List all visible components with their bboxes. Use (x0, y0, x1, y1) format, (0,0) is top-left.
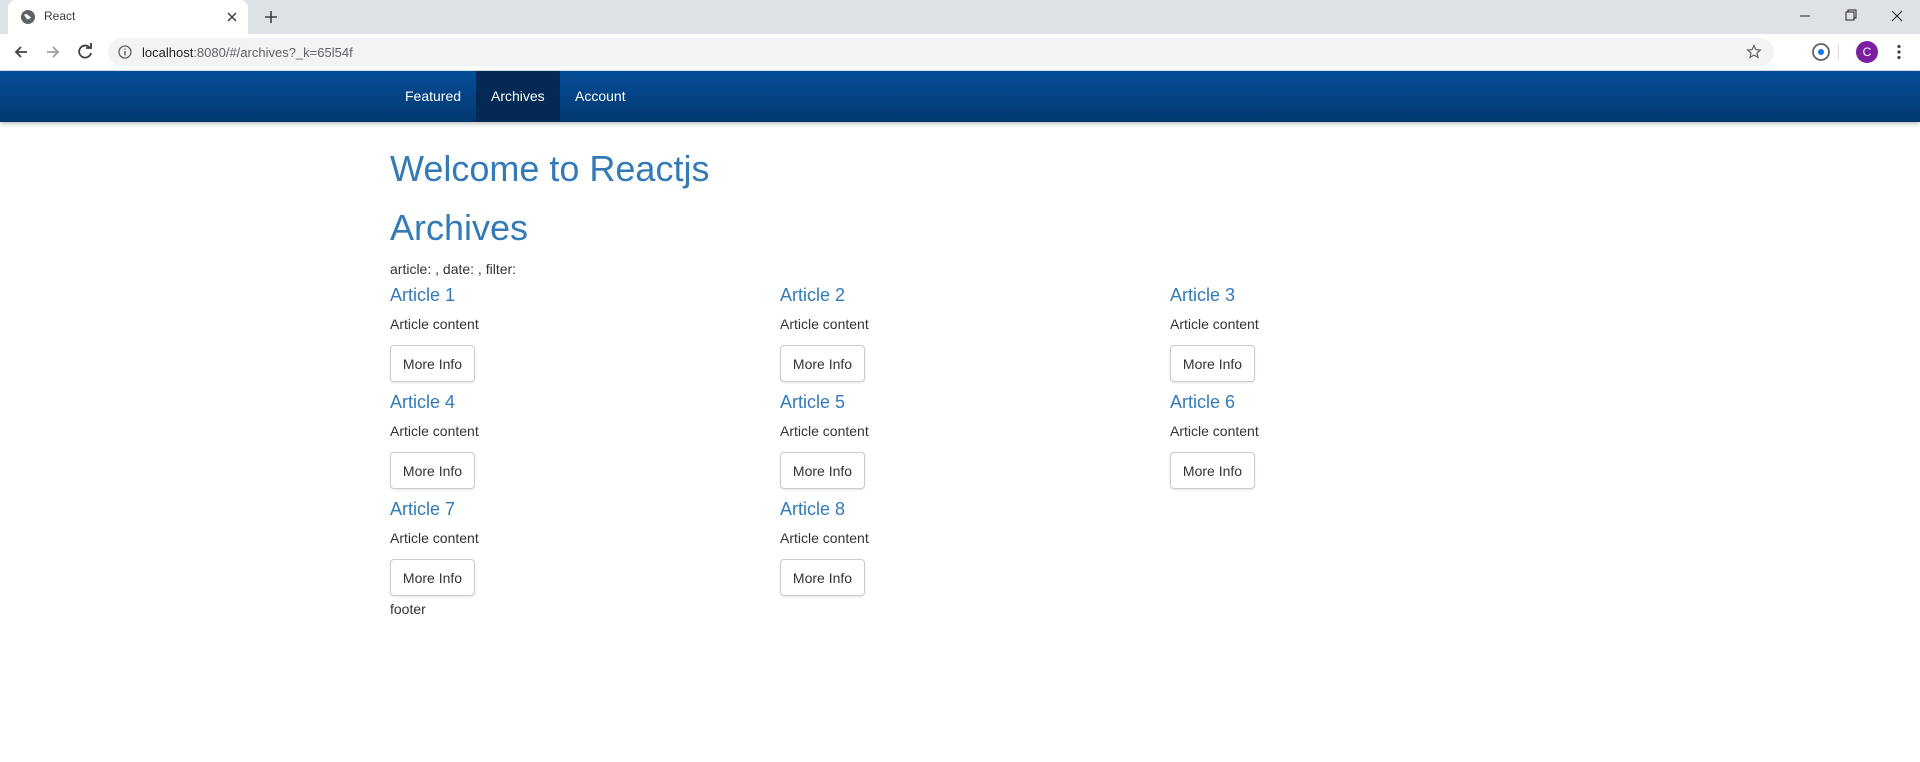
article-title: Article 2 (780, 285, 846, 305)
article-content: Article content (780, 423, 869, 439)
article-title: Article 5 (780, 392, 846, 412)
app-navbar: Featured Archives Account (0, 71, 1920, 122)
url-text[interactable]: localhost:8080/#/archives?_k=65l54f (142, 45, 353, 60)
url-path: :8080/#/archives?_k=65l54f (193, 45, 353, 60)
globe-icon (21, 10, 35, 24)
article-content: Article content (390, 423, 479, 439)
toolbar-divider (1838, 44, 1839, 60)
restore-icon[interactable] (1828, 0, 1874, 34)
close-icon[interactable] (224, 9, 240, 25)
avatar[interactable]: C (1856, 41, 1878, 63)
more-info-button[interactable]: More Info (780, 452, 865, 489)
article-title: Article 8 (780, 499, 846, 519)
article-content: Article content (390, 316, 479, 332)
article-card: Article 6 Article content More Info (1170, 392, 1530, 499)
article-title: Article 7 (390, 499, 456, 519)
more-info-button[interactable]: More Info (390, 452, 475, 489)
info-icon[interactable] (118, 45, 132, 59)
section-heading: Archives (390, 207, 529, 248)
browser-toolbar: localhost:8080/#/archives?_k=65l54f (0, 34, 1920, 71)
article-card: Article 8 Article content More Info (780, 499, 1140, 606)
minimize-icon[interactable] (1782, 0, 1828, 34)
nav-item-archives[interactable]: Archives (476, 71, 560, 122)
article-content: Article content (780, 316, 869, 332)
article-card: Article 5 Article content More Info (780, 392, 1140, 499)
back-arrow-icon[interactable] (11, 42, 31, 62)
more-info-button[interactable]: More Info (780, 559, 865, 596)
forward-arrow-icon[interactable] (43, 42, 63, 62)
extension-icon[interactable] (1811, 42, 1831, 62)
article-card: Article 3 Article content More Info (1170, 285, 1530, 392)
article-content: Article content (390, 530, 479, 546)
article-title: Article 3 (1170, 285, 1236, 305)
more-info-button[interactable]: More Info (780, 345, 865, 382)
article-title: Article 4 (390, 392, 456, 412)
star-icon[interactable] (1746, 44, 1762, 60)
address-bar[interactable]: localhost:8080/#/archives?_k=65l54f (108, 38, 1774, 66)
query-params-text: article: , date: , filter: (390, 261, 517, 277)
article-content: Article content (1170, 423, 1259, 439)
browser-tab[interactable]: React (8, 0, 248, 34)
article-card: Article 4 Article content More Info (390, 392, 750, 499)
article-content: Article content (1170, 316, 1259, 332)
plus-icon[interactable] (262, 8, 280, 26)
browser-tabstrip: React (0, 0, 1920, 34)
tab-title: React (44, 9, 76, 23)
window-close-icon[interactable] (1874, 0, 1920, 34)
article-card: Article 1 Article content More Info (390, 285, 750, 392)
nav-item-featured[interactable]: Featured (390, 71, 476, 122)
article-title: Article 1 (390, 285, 456, 305)
more-info-button[interactable]: More Info (1170, 345, 1255, 382)
page-footer: footer (390, 601, 426, 617)
reload-icon[interactable] (75, 42, 95, 62)
more-info-button[interactable]: More Info (1170, 452, 1255, 489)
article-title: Article 6 (1170, 392, 1236, 412)
nav-item-account[interactable]: Account (560, 71, 640, 122)
article-card: Article 7 Article content More Info (390, 499, 750, 606)
kebab-menu-icon[interactable] (1890, 43, 1908, 61)
page-title: Welcome to Reactjs (390, 148, 710, 189)
more-info-button[interactable]: More Info (390, 345, 475, 382)
article-card: Article 2 Article content More Info (780, 285, 1140, 392)
article-content: Article content (780, 530, 869, 546)
more-info-button[interactable]: More Info (390, 559, 475, 596)
url-host: localhost (142, 45, 194, 60)
